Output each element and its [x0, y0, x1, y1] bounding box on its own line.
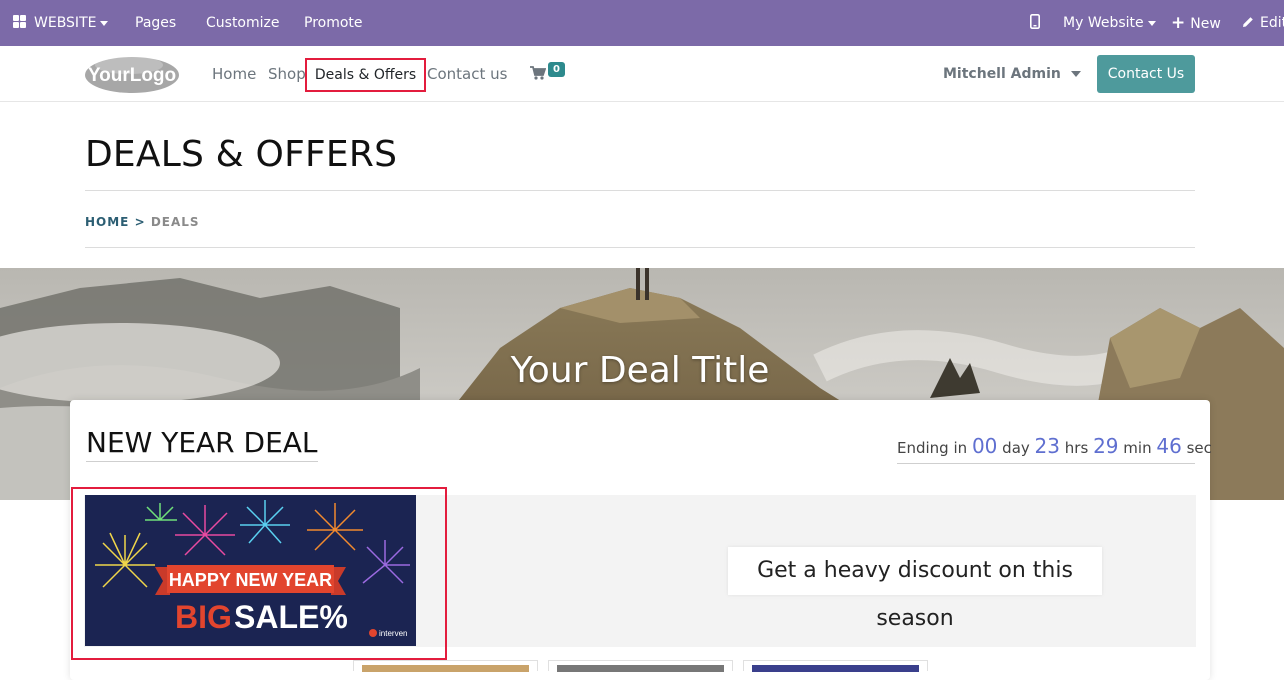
hero-title: Your Deal Title	[510, 350, 770, 391]
mobile-icon	[1030, 14, 1040, 29]
contact-us-button[interactable]: Contact Us	[1097, 55, 1195, 93]
breadcrumb: HOME > DEALS	[85, 215, 200, 229]
my-website-label: My Website	[1063, 15, 1144, 31]
countdown-prefix: Ending in	[897, 439, 968, 457]
countdown-seconds-unit: sec	[1186, 439, 1212, 457]
pages-menu[interactable]: Pages	[135, 0, 176, 46]
apps-grid-icon	[13, 15, 26, 28]
chevron-down-icon	[100, 20, 109, 26]
chevron-down-icon	[1070, 71, 1081, 77]
my-website-menu[interactable]: My Website	[1063, 0, 1156, 46]
site-navbar: YourLogo Home Shop Deals & Offers Contac…	[0, 46, 1284, 102]
countdown-minutes-unit: min	[1123, 439, 1152, 457]
page-title: DEALS & OFFERS	[85, 134, 398, 175]
divider	[85, 190, 1195, 191]
logo-text: YourLogo	[88, 65, 176, 86]
product-thumbnail[interactable]	[548, 660, 733, 672]
product-thumbnail[interactable]	[743, 660, 928, 672]
countdown-hours: 23	[1034, 434, 1060, 458]
edit-label: Edit	[1260, 15, 1284, 31]
highlight-frame	[71, 487, 447, 660]
countdown-minutes: 29	[1093, 434, 1119, 458]
user-name: Mitchell Admin	[943, 66, 1061, 82]
pencil-icon	[1243, 17, 1253, 27]
countdown-days: 00	[971, 434, 998, 458]
new-button[interactable]: + New	[1171, 0, 1221, 46]
nav-shop[interactable]: Shop	[268, 46, 306, 102]
breadcrumb-current: DEALS	[150, 215, 200, 229]
deal-countdown: Ending in 00 day 23 hrs 29 min 46 sec	[897, 434, 1212, 464]
site-logo[interactable]: YourLogo	[84, 54, 180, 94]
cart-icon[interactable]	[530, 66, 546, 80]
nav-deals-offers[interactable]: Deals & Offers	[305, 58, 426, 92]
divider	[85, 247, 1195, 248]
nav-home[interactable]: Home	[212, 46, 256, 102]
chevron-down-icon	[1147, 20, 1156, 26]
mobile-preview-button[interactable]	[1030, 0, 1040, 46]
user-menu[interactable]: Mitchell Admin	[943, 46, 1081, 102]
cart-count-badge: 0	[548, 62, 565, 77]
admin-bar: WEBSITE Pages Customize Promote My Websi…	[0, 0, 1284, 46]
customize-menu[interactable]: Customize	[206, 0, 280, 46]
discount-caption: Get a heavy discount on this season	[728, 547, 1102, 631]
countdown-days-unit: day	[1002, 439, 1030, 457]
new-label: New	[1190, 16, 1221, 32]
breadcrumb-home[interactable]: HOME	[85, 215, 129, 229]
promote-menu[interactable]: Promote	[304, 0, 363, 46]
breadcrumb-separator: >	[134, 215, 146, 229]
deal-title: NEW YEAR DEAL	[86, 426, 318, 462]
website-menu-label: WEBSITE	[34, 15, 97, 31]
countdown-hours-unit: hrs	[1064, 439, 1089, 457]
plus-icon: +	[1171, 13, 1186, 33]
product-thumbnail[interactable]	[353, 660, 538, 672]
edit-button[interactable]: Edit	[1242, 0, 1284, 46]
countdown-seconds: 46	[1156, 434, 1182, 458]
nav-contact[interactable]: Contact us	[427, 46, 507, 102]
website-menu[interactable]: WEBSITE	[13, 0, 109, 46]
